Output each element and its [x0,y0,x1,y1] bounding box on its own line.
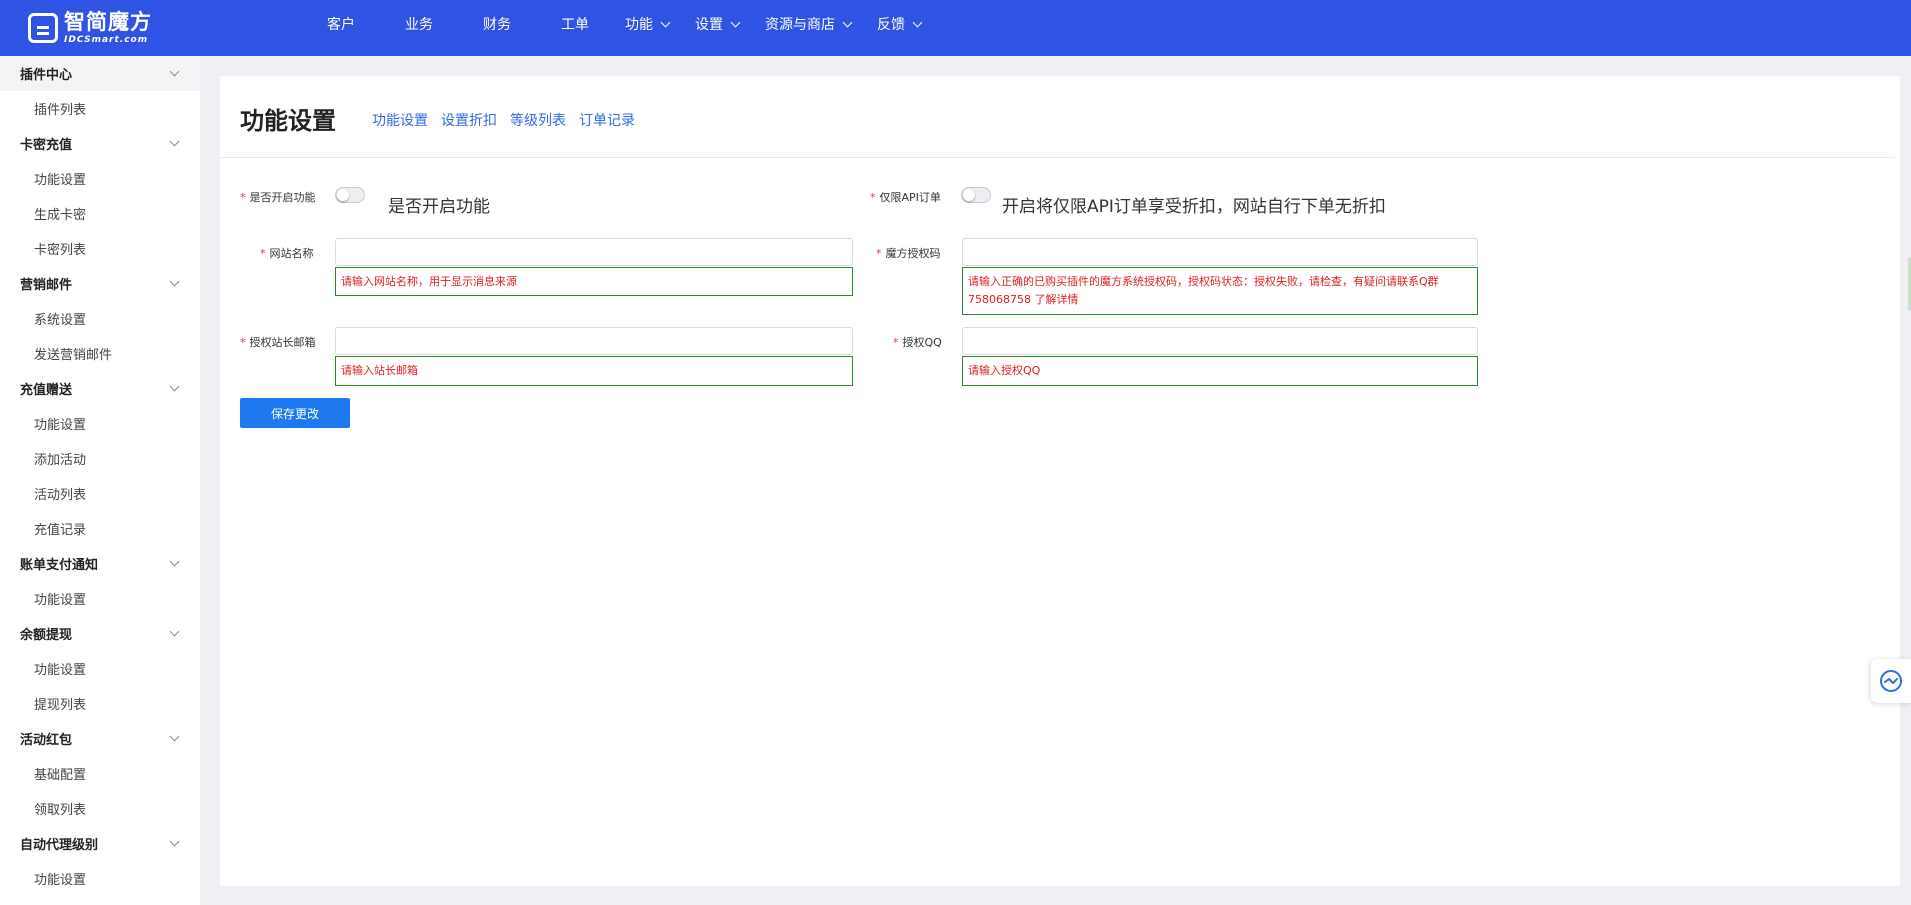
sidebar-item-send-marketing-mail[interactable]: 发送营销邮件 [0,336,200,371]
chevron-down-icon [660,17,671,27]
card-header: 功能设置 功能设置 设置折扣 等级列表 订单记录 [220,76,1895,158]
logo-icon [28,13,58,43]
save-button[interactable]: 保存更改 [240,398,350,428]
email-error: 请输入站长邮箱 [335,356,853,386]
qq-error: 请输入授权QQ [962,356,1478,386]
auth-code-label: * 魔方授权码 [876,247,941,260]
sidebar-item-agent-settings[interactable]: 功能设置 [0,861,200,896]
chevron-down-icon [169,136,180,147]
chevron-down-icon [912,17,923,27]
qq-label: * 授权QQ [893,336,942,349]
logo-text-en: IDCSmart.com [64,34,149,45]
email-input[interactable] [335,327,853,355]
floating-help-button[interactable] [1871,659,1911,703]
brand-logo[interactable]: 智简魔方 IDCSmart.com [28,10,152,46]
tab-level-list[interactable]: 等级列表 [510,110,566,130]
sidebar-group-bill-payment-notify[interactable]: 账单支付通知 [0,546,200,581]
sidebar-group-balance-withdraw[interactable]: 余额提现 [0,616,200,651]
nav-item-feedback[interactable]: 反馈 [877,14,923,34]
sidebar-item-generate-cards[interactable]: 生成卡密 [0,196,200,231]
sidebar-group-plugin-center[interactable]: 插件中心 [0,56,200,91]
tab-discount-settings[interactable]: 设置折扣 [441,110,497,130]
email-label: * 授权站长邮箱 [240,336,316,349]
chevron-down-icon [842,17,853,27]
chevron-down-icon [169,276,180,287]
nav-item-features[interactable]: 功能 [625,14,671,34]
main-nav: 客户 业务 财务 工单 功能 设置 资源与商店 反馈 [305,0,923,48]
sidebar-group-recharge-bonus[interactable]: 充值赠送 [0,371,200,406]
sidebar-item-claim-list[interactable]: 领取列表 [0,791,200,826]
page-title: 功能设置 [240,107,336,135]
nav-item-tickets[interactable]: 工单 [561,14,589,34]
nav-item-resources-store[interactable]: 资源与商店 [765,14,853,34]
sidebar-item-notify-settings[interactable]: 功能设置 [0,581,200,616]
sidebar-item-add-activity[interactable]: 添加活动 [0,441,200,476]
sidebar-item-recharge-records[interactable]: 充值记录 [0,511,200,546]
sidebar-group-marketing-mail[interactable]: 营销邮件 [0,266,200,301]
sidebar: 插件中心 插件列表 卡密充值 功能设置 生成卡密 卡密列表 营销邮件 系统设置 … [0,56,200,905]
tab-order-records[interactable]: 订单记录 [579,110,635,130]
sidebar-item-card-settings[interactable]: 功能设置 [0,161,200,196]
tab-feature-settings[interactable]: 功能设置 [372,110,428,130]
support-icon [1880,670,1902,692]
enable-label: * 是否开启功能 [240,191,316,204]
sidebar-item-card-list[interactable]: 卡密列表 [0,231,200,266]
main-card: 功能设置 功能设置 设置折扣 等级列表 订单记录 * 是否开启功能 是否开启功能 … [220,76,1900,886]
sidebar-group-auto-agent-level[interactable]: 自动代理级别 [0,826,200,861]
chevron-down-icon [169,66,180,77]
qq-input[interactable] [962,327,1478,355]
api-only-label: * 仅限API订单 [870,191,941,204]
sidebar-item-plugin-list[interactable]: 插件列表 [0,91,200,126]
chevron-down-icon [730,17,741,27]
sidebar-group-card-recharge[interactable]: 卡密充值 [0,126,200,161]
site-name-input[interactable] [335,238,853,266]
chevron-down-icon [169,556,180,567]
site-name-error: 请输入网站名称，用于显示消息来源 [335,267,853,296]
site-name-label: * 网站名称 [260,247,314,260]
sidebar-item-bonus-settings[interactable]: 功能设置 [0,406,200,441]
auth-code-error: 请输入正确的已购买插件的魔方系统授权码，授权码状态：授权失败，请检查，有疑问请联… [962,267,1478,315]
top-navbar: 智简魔方 IDCSmart.com 客户 业务 财务 工单 功能 设置 资源与商… [0,0,1911,56]
nav-item-business[interactable]: 业务 [405,14,433,34]
sidebar-item-withdraw-settings[interactable]: 功能设置 [0,651,200,686]
api-only-toggle[interactable] [961,187,991,203]
sidebar-item-mail-system-settings[interactable]: 系统设置 [0,301,200,336]
chevron-down-icon [169,381,180,392]
logo-text-cn: 智简魔方 [64,9,152,34]
enable-toggle[interactable] [335,187,365,203]
sidebar-item-activity-list[interactable]: 活动列表 [0,476,200,511]
sidebar-item-basic-config[interactable]: 基础配置 [0,756,200,791]
auth-code-input[interactable] [962,238,1478,266]
chevron-down-icon [169,836,180,847]
sidebar-group-red-packet[interactable]: 活动红包 [0,721,200,756]
api-only-desc: 开启将仅限API订单享受折扣，网站自行下单无折扣 [1002,197,1386,217]
enable-desc: 是否开启功能 [388,197,490,217]
nav-item-finance[interactable]: 财务 [483,14,511,34]
chevron-down-icon [169,731,180,742]
nav-item-customers[interactable]: 客户 [327,14,355,34]
nav-item-settings[interactable]: 设置 [695,14,741,34]
chevron-down-icon [169,626,180,637]
tab-bar: 功能设置 设置折扣 等级列表 订单记录 [372,110,648,130]
sidebar-item-withdraw-list[interactable]: 提现列表 [0,686,200,721]
